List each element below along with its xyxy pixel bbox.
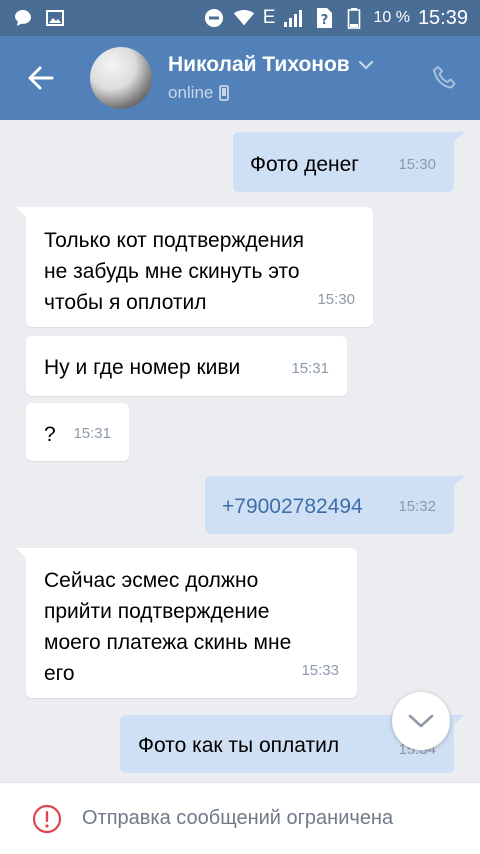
sim-unknown-icon: ? — [313, 7, 335, 29]
battery-level: 10 % — [373, 9, 410, 26]
chat-header: Николай Тихонов online — [0, 36, 480, 120]
chat-notification-icon — [12, 7, 34, 29]
bubble-tail — [450, 476, 464, 490]
message-time: 15:33 — [301, 662, 339, 679]
bubble-tail — [16, 548, 30, 562]
contact-name: Николай Тихонов — [168, 53, 350, 76]
warning-icon — [32, 804, 62, 833]
message-bubble-incoming[interactable]: Ну и где номер киви 15:31 — [26, 336, 347, 396]
svg-text:?: ? — [321, 13, 329, 28]
chevron-down-icon — [358, 60, 373, 70]
call-button[interactable] — [410, 36, 480, 120]
message-bubble-outgoing[interactable]: +79002782494 15:32 — [205, 476, 464, 534]
messaging-restricted-bar: Отправка сообщений ограничена — [0, 782, 480, 854]
bubble-tail — [16, 207, 30, 221]
message-bubble-outgoing[interactable]: Фото денег 15:30 — [233, 132, 464, 192]
message-time: 15:31 — [291, 360, 329, 377]
chevron-down-icon — [408, 714, 434, 728]
message-time: 15:30 — [317, 291, 355, 308]
message-time: 15:31 — [73, 425, 111, 442]
battery-icon — [343, 7, 365, 29]
back-button[interactable] — [0, 36, 80, 120]
message-time: 15:32 — [398, 498, 436, 515]
message-bubble-incoming[interactable]: Только кот подтверждения не забудь мне с… — [16, 207, 373, 327]
message-time: 15:30 — [398, 156, 436, 173]
network-type: E — [262, 7, 276, 28]
signal-icon — [283, 7, 305, 29]
image-notification-icon — [44, 7, 66, 29]
mobile-device-icon — [219, 85, 230, 101]
back-arrow-icon — [28, 66, 54, 90]
clock: 15:39 — [417, 6, 468, 29]
message-bubble-incoming[interactable]: Сейчас эсмес должно прийти подтверждение… — [16, 548, 357, 698]
contact-info[interactable]: Николай Тихонов online — [168, 53, 374, 103]
message-bubble-incoming[interactable]: ? 15:31 — [26, 403, 129, 461]
bubble-tail — [450, 715, 464, 729]
wifi-icon — [233, 7, 255, 29]
restriction-label: Отправка сообщений ограничена — [82, 807, 394, 829]
bubble-tail — [450, 132, 464, 146]
contact-status: online — [168, 83, 214, 102]
phone-icon — [433, 66, 456, 89]
do-not-disturb-icon — [203, 7, 225, 29]
status-bar: E ? 10 % 15:39 — [0, 0, 480, 36]
avatar[interactable] — [90, 47, 152, 109]
scroll-to-bottom-button[interactable] — [392, 692, 450, 750]
